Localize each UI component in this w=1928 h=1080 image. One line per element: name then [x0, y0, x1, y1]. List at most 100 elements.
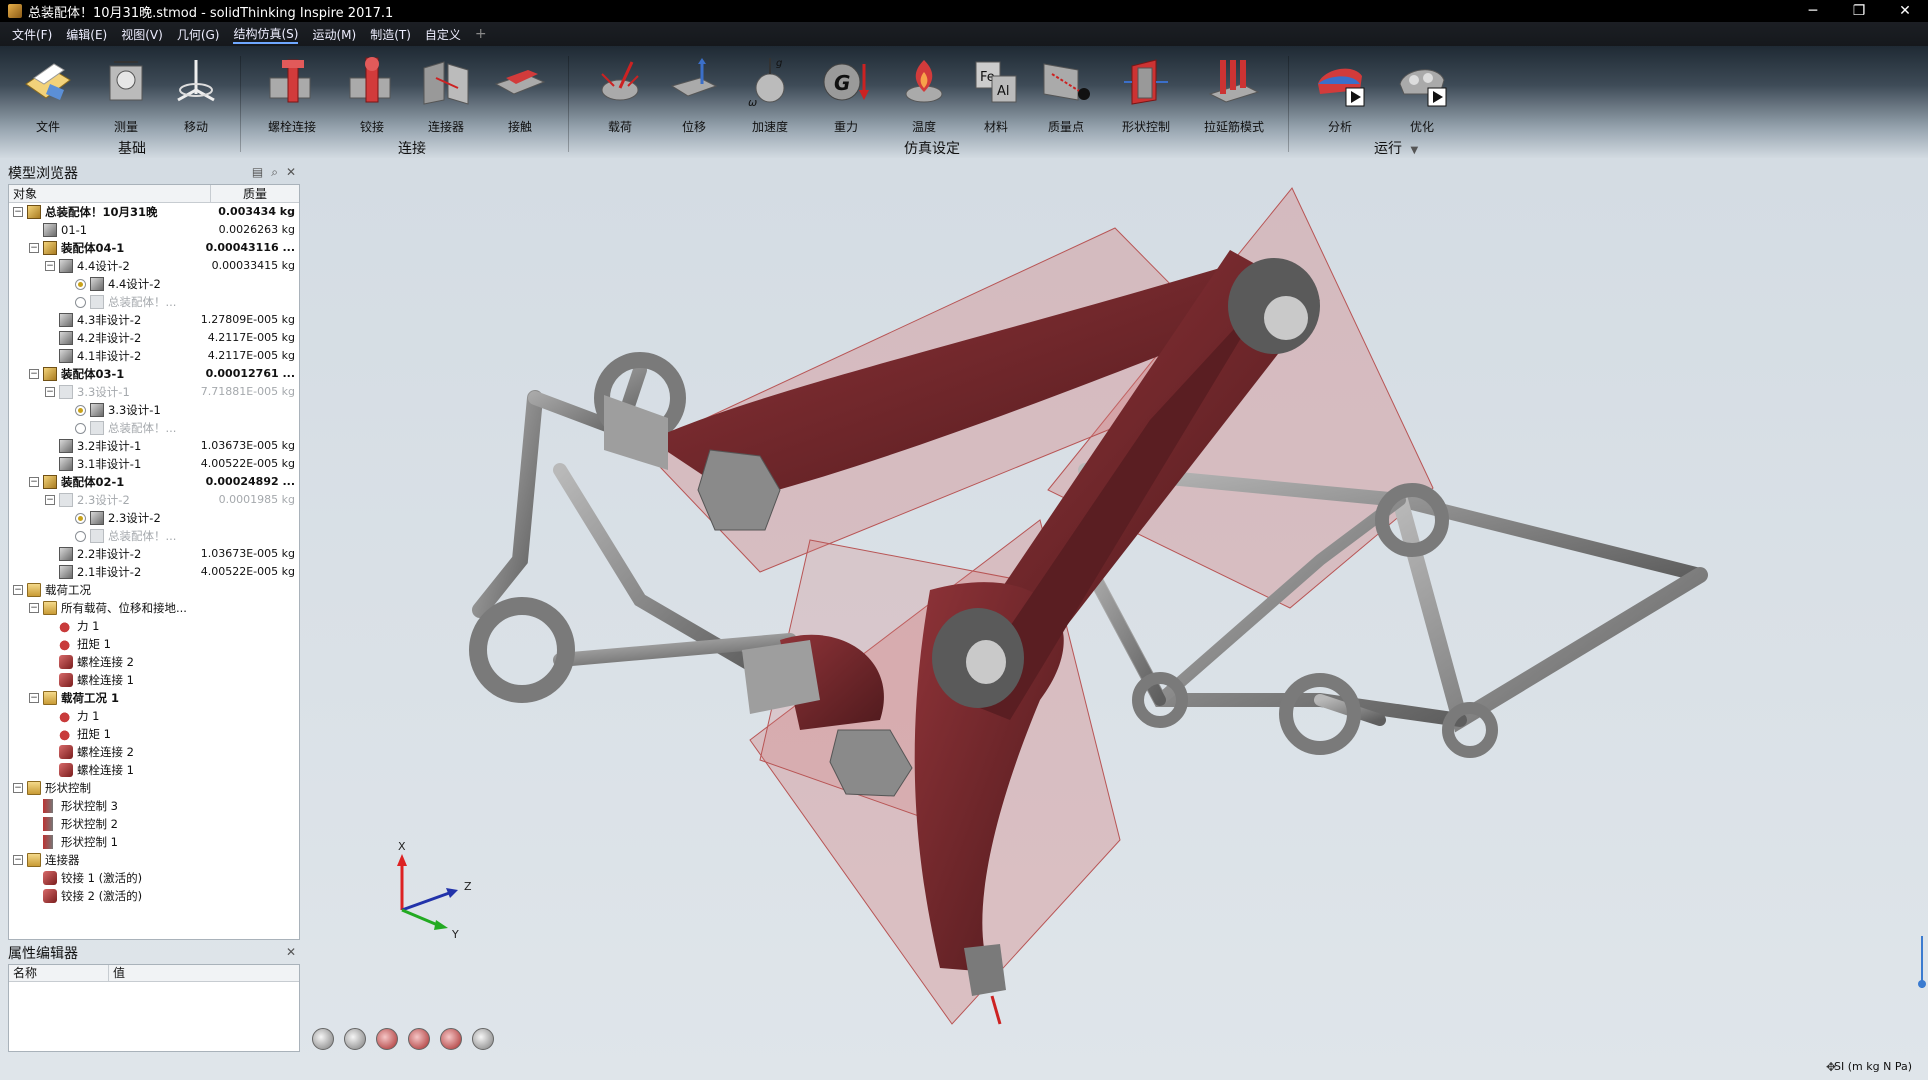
tree-row[interactable]: 铰接 1 (激活的): [9, 869, 299, 887]
tree-row[interactable]: 2.3设计-2: [9, 509, 299, 527]
expand-collapse-icon[interactable]: −: [13, 855, 23, 865]
tree-row[interactable]: − 装配体04-1 0.00043116 ...: [9, 239, 299, 257]
expand-collapse-icon[interactable]: −: [13, 585, 23, 595]
tree-row[interactable]: − 所有载荷、位移和接地...: [9, 599, 299, 617]
tree-row[interactable]: 3.1非设计-1 4.00522E-005 kg: [9, 455, 299, 473]
menu-view[interactable]: 视图(V): [121, 26, 163, 43]
tree-row[interactable]: 力 1: [9, 707, 299, 725]
view-camera-icon[interactable]: [344, 1028, 366, 1050]
part-variant-radio[interactable]: [75, 513, 86, 524]
tree-row[interactable]: 螺栓连接 2: [9, 743, 299, 761]
menu-structure-simulation[interactable]: 结构仿真(S): [233, 25, 299, 44]
tree-row[interactable]: 总装配体！...: [9, 419, 299, 437]
tree-row[interactable]: 形状控制 1: [9, 833, 299, 851]
view-zoom-icon[interactable]: [440, 1028, 462, 1050]
part-variant-radio[interactable]: [75, 297, 86, 308]
tree-row[interactable]: 01-1 0.0026263 kg: [9, 221, 299, 239]
load-button[interactable]: 载荷: [584, 54, 656, 140]
connector-button[interactable]: 连接器: [410, 54, 482, 140]
tree-row[interactable]: − 装配体02-1 0.00024892 ...: [9, 473, 299, 491]
tree-row[interactable]: − 载荷工况 1: [9, 689, 299, 707]
tree-row[interactable]: − 4.4设计-2 0.00033415 kg: [9, 257, 299, 275]
tree-row[interactable]: − 载荷工况: [9, 581, 299, 599]
move-button[interactable]: 移动: [160, 54, 232, 140]
tree-row[interactable]: 总装配体！...: [9, 527, 299, 545]
tree-row[interactable]: 2.1非设计-2 4.00522E-005 kg: [9, 563, 299, 581]
expand-collapse-icon[interactable]: −: [29, 243, 39, 253]
tree-row[interactable]: 形状控制 3: [9, 797, 299, 815]
gravity-button[interactable]: G 重力: [810, 54, 882, 140]
pin-icon[interactable]: ▤: [252, 165, 263, 180]
tree-row[interactable]: 3.3设计-1: [9, 401, 299, 419]
model-tree[interactable]: 对象 质量 − 总装配体！10月31晚 0.003434 kg 01-1 0.00262…: [8, 184, 300, 940]
column-mass[interactable]: 质量: [211, 185, 299, 202]
column-object[interactable]: 对象: [9, 185, 211, 202]
expand-collapse-icon[interactable]: −: [45, 387, 55, 397]
menu-custom[interactable]: 自定义: [425, 26, 461, 43]
bolt-connection-button[interactable]: 螺栓连接: [256, 54, 328, 140]
view-section-icon[interactable]: [408, 1028, 430, 1050]
expand-collapse-icon[interactable]: −: [45, 261, 55, 271]
temperature-button[interactable]: 温度: [888, 54, 960, 140]
tree-row[interactable]: 2.2非设计-2 1.03673E-005 kg: [9, 545, 299, 563]
expand-collapse-icon[interactable]: −: [13, 207, 23, 217]
view-load-filter-icon[interactable]: [376, 1028, 398, 1050]
unit-system-label[interactable]: SI (m kg N Pa): [1834, 1060, 1912, 1073]
menu-manufacture[interactable]: 制造(T): [370, 26, 411, 43]
expand-collapse-icon[interactable]: −: [29, 693, 39, 703]
close-button[interactable]: ✕: [1882, 0, 1928, 22]
tree-row[interactable]: 扭矩 1: [9, 635, 299, 653]
part-variant-radio[interactable]: [75, 279, 86, 290]
bead-pattern-button[interactable]: 拉延筋模式: [1198, 54, 1270, 140]
tree-row[interactable]: − 连接器: [9, 851, 299, 869]
tree-row[interactable]: − 2.3设计-2 0.0001985 kg: [9, 491, 299, 509]
expand-collapse-icon[interactable]: −: [13, 783, 23, 793]
part-variant-radio[interactable]: [75, 531, 86, 542]
tree-row[interactable]: 3.2非设计-1 1.03673E-005 kg: [9, 437, 299, 455]
optimize-button[interactable]: 优化: [1386, 54, 1458, 140]
search-icon[interactable]: ⌕: [271, 165, 278, 180]
contact-button[interactable]: 接触: [484, 54, 556, 140]
expand-collapse-icon[interactable]: −: [29, 603, 39, 613]
tree-row[interactable]: 螺栓连接 1: [9, 761, 299, 779]
minimize-button[interactable]: ─: [1790, 0, 1836, 22]
tree-row[interactable]: − 形状控制: [9, 779, 299, 797]
close-icon[interactable]: ✕: [286, 165, 296, 180]
tree-row[interactable]: 螺栓连接 2: [9, 653, 299, 671]
slider-knob[interactable]: [1918, 980, 1926, 988]
hinge-button[interactable]: 铰接: [336, 54, 408, 140]
tree-row[interactable]: 4.1非设计-2 4.2117E-005 kg: [9, 347, 299, 365]
expand-collapse-icon[interactable]: −: [29, 369, 39, 379]
tree-row[interactable]: 铰接 2 (激活的): [9, 887, 299, 905]
view-slider[interactable]: [1918, 936, 1926, 988]
analyze-button[interactable]: 分析: [1304, 54, 1376, 140]
view-display-icon[interactable]: [472, 1028, 494, 1050]
view-eye-icon[interactable]: [312, 1028, 334, 1050]
expand-collapse-icon[interactable]: −: [29, 477, 39, 487]
tree-row[interactable]: 扭矩 1: [9, 725, 299, 743]
measure-button[interactable]: 测量: [90, 54, 162, 140]
shape-control-button[interactable]: 形状控制: [1110, 54, 1182, 140]
property-table[interactable]: 名称 值: [8, 964, 300, 1052]
tree-row[interactable]: 4.4设计-2: [9, 275, 299, 293]
displacement-button[interactable]: 位移: [658, 54, 730, 140]
restore-button[interactable]: ❐: [1836, 0, 1882, 22]
part-variant-radio[interactable]: [75, 405, 86, 416]
close-icon[interactable]: ✕: [286, 945, 296, 959]
material-button[interactable]: Fe Al 材料: [960, 54, 1032, 140]
tree-row[interactable]: 螺栓连接 1: [9, 671, 299, 689]
file-button[interactable]: 文件: [12, 54, 84, 140]
run-dropdown-icon[interactable]: ▼: [1410, 145, 1418, 156]
expand-collapse-icon[interactable]: −: [45, 495, 55, 505]
tree-row[interactable]: − 装配体03-1 0.00012761 ...: [9, 365, 299, 383]
tree-row[interactable]: 4.2非设计-2 4.2117E-005 kg: [9, 329, 299, 347]
tree-row[interactable]: 形状控制 2: [9, 815, 299, 833]
tree-row[interactable]: − 3.3设计-1 7.71881E-005 kg: [9, 383, 299, 401]
tree-row[interactable]: − 总装配体！10月31晚 0.003434 kg: [9, 203, 299, 221]
point-mass-button[interactable]: 质量点: [1030, 54, 1102, 140]
part-variant-radio[interactable]: [75, 423, 86, 434]
acceleration-button[interactable]: gω 加速度: [734, 54, 806, 140]
menu-file[interactable]: 文件(F): [12, 26, 52, 43]
menu-geometry[interactable]: 几何(G): [177, 26, 220, 43]
menu-motion[interactable]: 运动(M): [312, 26, 356, 43]
